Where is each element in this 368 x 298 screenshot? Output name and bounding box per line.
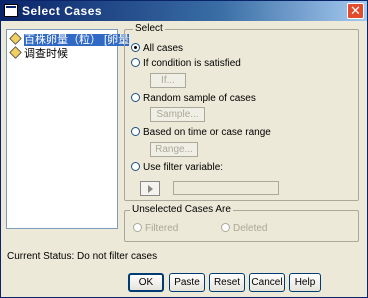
radio-icon — [133, 223, 142, 232]
radio-icon — [131, 93, 140, 102]
scale-variable-icon — [9, 32, 22, 45]
variable-item[interactable]: 调查时候 — [9, 46, 68, 60]
help-button[interactable]: Help — [289, 273, 321, 292]
reset-button[interactable]: Reset — [209, 273, 245, 292]
radio-icon — [131, 127, 140, 136]
variable-list[interactable]: 百株卵量（粒） [卵量 调查时候 — [6, 29, 130, 229]
variable-item[interactable]: 百株卵量（粒） [卵量 — [9, 32, 130, 46]
current-status: Current Status: Do not filter cases — [7, 251, 158, 262]
radio-label: If condition is satisfied — [143, 58, 241, 69]
radio-all-cases[interactable]: All cases — [131, 43, 183, 54]
radio-deleted[interactable]: Deleted — [221, 223, 267, 234]
variable-label: 调查时候 — [24, 48, 68, 60]
radio-icon — [131, 162, 140, 171]
radio-if-condition[interactable]: If condition is satisfied — [131, 58, 241, 69]
radio-label: Random sample of cases — [143, 93, 256, 104]
unselected-cases-group: Unselected Cases Are Filtered Deleted — [124, 204, 359, 242]
radio-time-range[interactable]: Based on time or case range — [131, 127, 271, 138]
move-variable-arrow-button[interactable] — [140, 181, 160, 196]
radio-label: Deleted — [233, 223, 268, 234]
radio-label: Use filter variable: — [143, 162, 224, 173]
window-menu-icon[interactable] — [4, 4, 18, 17]
radio-label: All cases — [143, 43, 184, 54]
unselected-group-label: Unselected Cases Are — [130, 204, 233, 215]
window-title: Select Cases — [22, 4, 103, 18]
variable-label: 百株卵量（粒） [卵量 — [24, 34, 130, 46]
filter-variable-field[interactable] — [173, 181, 279, 195]
scale-variable-icon — [9, 46, 22, 59]
sample-button[interactable]: Sample... — [150, 107, 205, 122]
title-bar[interactable]: Select Cases ✕ — [1, 1, 367, 21]
radio-random-sample[interactable]: Random sample of cases — [131, 93, 256, 104]
if-button[interactable]: If... — [150, 73, 186, 88]
radio-icon — [221, 223, 230, 232]
close-button[interactable]: ✕ — [347, 3, 364, 19]
select-cases-dialog: Select Cases ✕ 百株卵量（粒） [卵量 调查时候 Select A… — [0, 0, 368, 298]
radio-icon — [131, 58, 140, 67]
range-button[interactable]: Range... — [150, 142, 198, 157]
select-group: Select All cases If condition is satisfi… — [124, 23, 359, 201]
radio-selected-icon — [131, 43, 140, 52]
radio-filter-variable[interactable]: Use filter variable: — [131, 162, 223, 173]
radio-filtered[interactable]: Filtered — [133, 223, 178, 234]
radio-label: Based on time or case range — [143, 127, 271, 138]
cancel-button[interactable]: Cancel — [249, 273, 285, 292]
paste-button[interactable]: Paste — [169, 273, 205, 292]
ok-button[interactable]: OK — [128, 273, 164, 292]
select-group-label: Select — [133, 23, 165, 34]
radio-label: Filtered — [145, 223, 179, 234]
